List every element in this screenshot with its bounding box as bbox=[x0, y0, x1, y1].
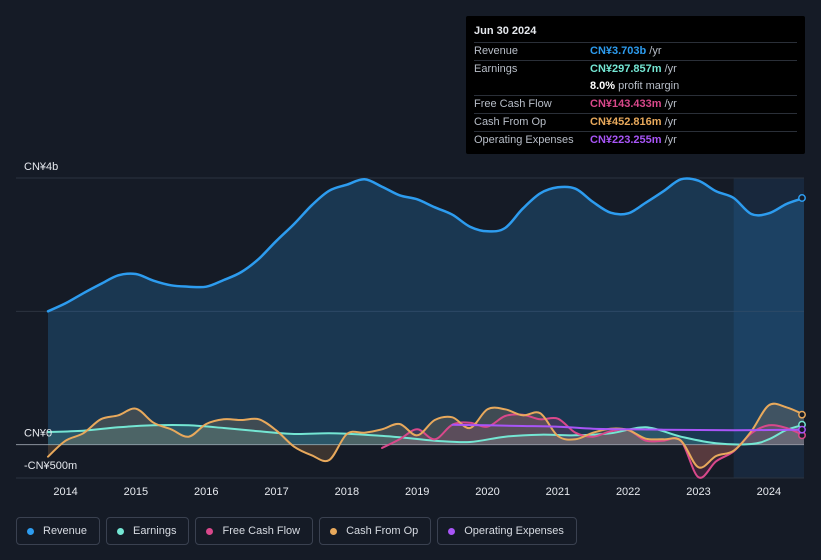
legend-label: Revenue bbox=[43, 525, 88, 537]
x-tick-label: 2017 bbox=[264, 486, 288, 498]
tooltip-row-value: CN¥143.433m bbox=[590, 98, 662, 110]
x-tick-label: 2023 bbox=[686, 486, 710, 498]
x-tick-label: 2014 bbox=[53, 486, 77, 498]
tooltip-row: Cash From Op CN¥452.816m/yr bbox=[474, 113, 797, 131]
legend-item-free-cash-flow[interactable]: Free Cash Flow bbox=[195, 517, 314, 545]
x-tick-label: 2020 bbox=[475, 486, 499, 498]
x-axis-labels: 2014 2015 2016 2017 2018 2019 2020 2021 2022 2023… bbox=[53, 486, 781, 498]
x-tick-label: 2022 bbox=[616, 486, 640, 498]
tooltip-row-value: CN¥3.703b bbox=[590, 45, 647, 57]
legend-dot-icon bbox=[448, 527, 456, 535]
tooltip-row-unit: /yr bbox=[649, 45, 662, 57]
tooltip-row: Free Cash Flow CN¥143.433m/yr bbox=[474, 95, 797, 113]
tooltip-row-label: Cash From Op bbox=[474, 116, 547, 128]
revenue-endpoint bbox=[798, 194, 806, 202]
legend-label: Earnings bbox=[133, 525, 177, 537]
x-tick-label: 2016 bbox=[194, 486, 218, 498]
tooltip-row-value: 8.0% bbox=[590, 80, 616, 92]
tooltip-row-value: CN¥452.816m bbox=[590, 116, 662, 128]
tooltip-row-label: Earnings bbox=[474, 63, 518, 75]
cash-from-op-endpoint bbox=[798, 410, 806, 419]
tooltip-row-label bbox=[474, 78, 590, 95]
tooltip-panel: Jun 30 2024 Revenue CN¥3.703b/yr Earnings C… bbox=[466, 16, 805, 154]
tooltip-row-unit: /yr bbox=[664, 63, 677, 75]
x-tick-label: 2021 bbox=[546, 486, 570, 498]
legend-item-operating-expenses[interactable]: Operating Expenses bbox=[437, 517, 577, 545]
legend-dot-icon bbox=[330, 527, 338, 535]
legend-label: Cash From Op bbox=[346, 525, 419, 537]
legend-item-cash-from-op[interactable]: Cash From Op bbox=[319, 517, 432, 545]
tooltip-row-unit: /yr bbox=[664, 134, 677, 146]
y-tick-label: -CN¥500m bbox=[24, 460, 77, 472]
tooltip-row-value: CN¥297.857m bbox=[590, 63, 662, 75]
legend-label: Free Cash Flow bbox=[222, 525, 301, 537]
x-tick-label: 2015 bbox=[124, 486, 148, 498]
tooltip-row-unit: /yr bbox=[664, 98, 677, 110]
x-tick-label: 2024 bbox=[757, 486, 781, 498]
revenue-area bbox=[48, 178, 804, 445]
y-tick-label: CN¥4b bbox=[24, 161, 58, 173]
legend-dot-icon bbox=[27, 527, 34, 535]
chart-legend: Revenue Earnings Free Cash Flow Cash From O… bbox=[16, 517, 577, 545]
series-areas bbox=[48, 178, 804, 478]
tooltip-row-value: CN¥223.255m bbox=[590, 134, 662, 146]
tooltip-row: Revenue CN¥3.703b/yr bbox=[474, 42, 797, 60]
tooltip-row: 8.0% profit margin bbox=[474, 78, 797, 95]
x-tick-label: 2019 bbox=[405, 486, 429, 498]
tooltip-row-label: Operating Expenses bbox=[474, 134, 574, 146]
tooltip-row-unit: /yr bbox=[664, 116, 677, 128]
legend-item-earnings[interactable]: Earnings bbox=[106, 517, 190, 545]
operating-expenses-endpoint bbox=[798, 425, 806, 434]
tooltip-date: Jun 30 2024 bbox=[474, 25, 537, 37]
tooltip-row: Earnings CN¥297.857m/yr bbox=[474, 60, 797, 78]
y-tick-label: CN¥0 bbox=[24, 428, 52, 440]
tooltip-row-label: Free Cash Flow bbox=[474, 98, 552, 110]
x-tick-label: 2018 bbox=[335, 486, 359, 498]
tooltip-row: Operating Expenses CN¥223.255m/yr bbox=[474, 131, 797, 149]
tooltip-row-label: Revenue bbox=[474, 45, 519, 57]
legend-item-revenue[interactable]: Revenue bbox=[16, 517, 101, 545]
legend-dot-icon bbox=[206, 527, 214, 535]
tooltip-rows: Revenue CN¥3.703b/yr Earnings CN¥297.857m/y… bbox=[474, 42, 797, 149]
tooltip-row-unit: profit margin bbox=[618, 80, 680, 92]
legend-dot-icon bbox=[117, 527, 125, 535]
legend-label: Operating Expenses bbox=[464, 525, 564, 537]
